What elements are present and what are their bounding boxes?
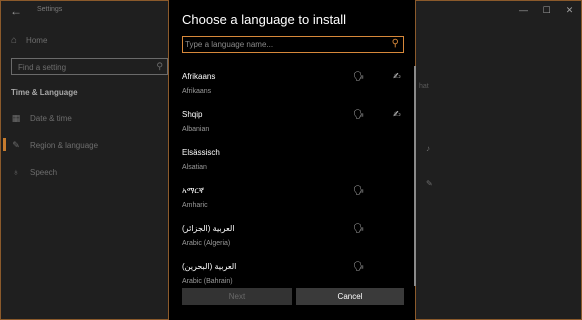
section-title: Time & Language bbox=[11, 88, 78, 97]
text-to-speech-icon: 🗣 bbox=[353, 109, 365, 119]
app-title: Settings bbox=[37, 6, 63, 13]
calendar-icon: ▦ bbox=[11, 113, 21, 123]
close-button[interactable]: ✕ bbox=[558, 1, 581, 19]
language-search-input[interactable] bbox=[185, 38, 385, 51]
search-icon[interactable]: ⚲ bbox=[392, 38, 399, 49]
language-english-name: Arabic (Bahrain) bbox=[182, 278, 233, 285]
nav-item-label: Speech bbox=[30, 167, 58, 177]
background-text: hat bbox=[419, 83, 429, 90]
window-controls: — ☐ ✕ bbox=[512, 1, 581, 19]
language-native-name: Elsässisch bbox=[182, 148, 220, 157]
text-to-speech-icon: 🗣 bbox=[353, 71, 365, 81]
list-item-alsatian[interactable]: Elsässisch Alsatian bbox=[169, 142, 415, 180]
language-install-dialog: Choose a language to install ⚲ Afrikaans… bbox=[168, 0, 416, 320]
language-native-name: Shqip bbox=[182, 110, 203, 119]
microphone-icon: ♪ bbox=[426, 144, 430, 153]
text-to-speech-icon: 🗣 bbox=[353, 223, 365, 233]
search-icon[interactable]: ⚲ bbox=[156, 61, 163, 72]
list-item-albanian[interactable]: Shqip Albanian 🗣 ✍ bbox=[169, 104, 415, 142]
list-item-afrikaans[interactable]: Afrikaans Afrikaans 🗣 ✍ bbox=[169, 66, 415, 104]
nav-item-date-time[interactable]: ▦ Date & time bbox=[11, 113, 72, 124]
text-to-speech-icon: 🗣 bbox=[353, 185, 365, 195]
microphone-icon: ♁ bbox=[12, 167, 20, 177]
nav-home-label: Home bbox=[26, 36, 48, 45]
handwriting-icon: ✍ bbox=[393, 71, 401, 81]
find-setting-placeholder: Find a setting bbox=[18, 63, 67, 72]
find-setting-input[interactable]: Find a setting ⚲ bbox=[11, 58, 168, 75]
next-button[interactable]: Next bbox=[182, 288, 292, 305]
scrollbar[interactable] bbox=[414, 66, 416, 286]
minimize-button[interactable]: — bbox=[512, 1, 535, 19]
dialog-title: Choose a language to install bbox=[182, 12, 347, 27]
language-search-field[interactable]: ⚲ bbox=[182, 36, 404, 53]
text-to-speech-icon: 🗣 bbox=[353, 261, 365, 271]
home-icon: ⌂ bbox=[11, 35, 18, 46]
language-native-name: العربية (الجزائر) bbox=[182, 224, 235, 233]
language-english-name: Arabic (Algeria) bbox=[182, 240, 231, 247]
language-native-name: Afrikaans bbox=[182, 72, 216, 81]
nav-home[interactable]: ⌂ Home bbox=[11, 35, 47, 46]
language-native-name: العربية (البحرين) bbox=[182, 262, 237, 271]
handwriting-icon: ✍ bbox=[393, 109, 401, 119]
language-list: Afrikaans Afrikaans 🗣 ✍ Shqip Albanian 🗣… bbox=[169, 66, 415, 286]
list-item-arabic-bahrain[interactable]: العربية (البحرين) Arabic (Bahrain) 🗣 bbox=[169, 256, 415, 286]
handwriting-icon: ✎ bbox=[426, 179, 433, 188]
cancel-button[interactable]: Cancel bbox=[296, 288, 404, 305]
nav-item-region-language[interactable]: ✎ Region & language bbox=[11, 140, 98, 151]
language-english-name: Amharic bbox=[182, 202, 208, 209]
language-english-name: Afrikaans bbox=[182, 88, 212, 95]
language-native-name: አማርኛ bbox=[182, 186, 204, 195]
region-icon: ✎ bbox=[12, 140, 20, 150]
list-item-amharic[interactable]: አማርኛ Amharic 🗣 bbox=[169, 180, 415, 218]
language-english-name: Albanian bbox=[182, 126, 210, 133]
nav-item-label: Region & language bbox=[30, 141, 99, 150]
nav-item-speech[interactable]: ♁ Speech bbox=[11, 167, 58, 177]
list-item-arabic-algeria[interactable]: العربية (الجزائر) Arabic (Algeria) 🗣 bbox=[169, 218, 415, 256]
maximize-button[interactable]: ☐ bbox=[535, 1, 558, 19]
language-english-name: Alsatian bbox=[182, 164, 207, 171]
nav-item-label: Date & time bbox=[30, 114, 72, 123]
back-arrow-icon[interactable]: ← bbox=[10, 4, 22, 18]
active-indicator bbox=[3, 138, 6, 151]
